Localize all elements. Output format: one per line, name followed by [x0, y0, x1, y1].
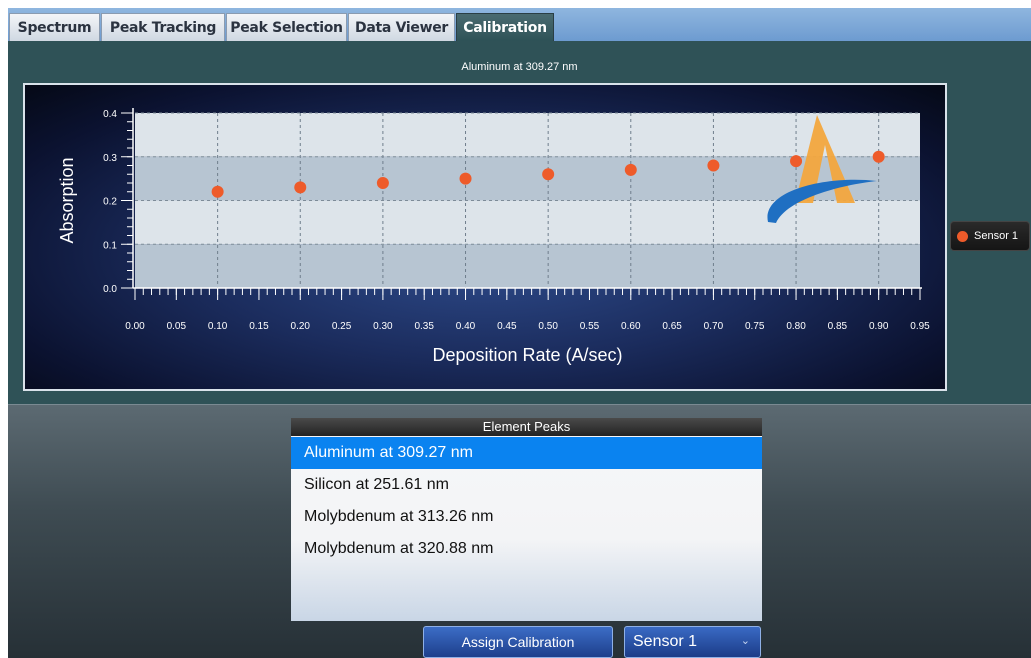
data-point — [459, 172, 472, 185]
x-tick-label: 0.00 — [125, 321, 145, 332]
data-point — [872, 150, 885, 163]
element-peaks-header: Element Peaks — [291, 418, 762, 436]
x-tick-label: 0.50 — [538, 321, 558, 332]
x-tick-label: 0.10 — [208, 321, 228, 332]
x-axis-title: Deposition Rate (A/sec) — [432, 345, 622, 365]
x-tick-label: 0.45 — [497, 321, 517, 332]
plot-band — [135, 200, 920, 245]
chevron-down-icon: ⌄ — [740, 635, 750, 647]
y-tick-label: 0.3 — [103, 153, 117, 164]
x-tick-label: 0.80 — [786, 321, 806, 332]
x-tick-label: 0.90 — [869, 321, 889, 332]
tab-peak-tracking[interactable]: Peak Tracking — [101, 13, 225, 41]
list-item[interactable]: Molybdenum at 313.26 nm — [291, 501, 762, 533]
app-window: Spectrum Peak Tracking Peak Selection Da… — [8, 8, 1031, 658]
sensor-select-value: Sensor 1 — [633, 633, 698, 650]
x-tick-label: 0.75 — [745, 321, 765, 332]
y-tick-label: 0.0 — [103, 284, 117, 295]
x-tick-label: 0.65 — [662, 321, 682, 332]
sensor-select[interactable]: Sensor 1 ⌄ — [624, 626, 761, 658]
plot-band — [135, 113, 920, 157]
data-point — [376, 177, 389, 189]
tab-data-viewer[interactable]: Data Viewer — [348, 13, 455, 41]
y-tick-label: 0.4 — [103, 109, 117, 120]
x-tick-label: 0.20 — [291, 321, 311, 332]
list-item[interactable]: Molybdenum at 320.88 nm — [291, 533, 762, 565]
x-tick-label: 0.85 — [828, 321, 848, 332]
list-item[interactable]: Silicon at 251.61 nm — [291, 469, 762, 501]
element-peaks-list: Element Peaks Aluminum at 309.27 nm Sili… — [291, 418, 762, 621]
legend-label: Sensor 1 — [974, 230, 1019, 242]
data-point — [707, 159, 720, 172]
peaks-list-body[interactable]: Aluminum at 309.27 nm Silicon at 251.61 … — [291, 437, 762, 565]
chart-title: Aluminum at 309.27 nm — [461, 61, 578, 73]
y-tick-label: 0.2 — [103, 197, 117, 208]
lower-panel: Element Peaks Aluminum at 309.27 nm Sili… — [8, 404, 1031, 658]
calibration-chart: 0.0 0.1 0.2 0.3 0.4 0.00 0.05 0.10 0.15 0.20 0.25 0… — [57, 108, 930, 365]
data-point — [624, 163, 637, 176]
chart-frame: 0.0 0.1 0.2 0.3 0.4 0.00 0.05 0.10 0.15 0.20 0.25 0… — [23, 83, 947, 391]
y-axis-title: Absorption — [57, 157, 77, 243]
y-tick-label: 0.1 — [103, 240, 117, 251]
data-point — [211, 185, 224, 198]
tab-bar: Spectrum Peak Tracking Peak Selection Da… — [8, 8, 1031, 42]
tab-spectrum[interactable]: Spectrum — [9, 13, 100, 41]
data-point — [294, 181, 307, 194]
x-tick-label: 0.60 — [621, 321, 641, 332]
data-point — [542, 168, 555, 181]
assign-calibration-button[interactable]: Assign Calibration — [423, 626, 613, 658]
legend-item-sensor-1[interactable]: Sensor 1 — [950, 221, 1030, 251]
chart-panel: Aluminum at 309.27 nm 0.0 0.1 0.2 0.3 0.4 0.0… — [8, 41, 1031, 404]
list-item[interactable]: Aluminum at 309.27 nm — [291, 437, 762, 469]
tab-peak-selection[interactable]: Peak Selection — [226, 13, 347, 41]
x-tick-label: 0.15 — [249, 321, 269, 332]
x-tick-label: 0.40 — [456, 321, 476, 332]
legend-marker — [957, 231, 968, 242]
x-tick-label: 0.70 — [704, 321, 724, 332]
plot-band — [135, 244, 920, 288]
x-tick-label: 0.25 — [332, 321, 352, 332]
x-tick-label: 0.55 — [580, 321, 600, 332]
x-tick-label: 0.95 — [910, 321, 930, 332]
data-point — [790, 155, 803, 168]
tab-calibration[interactable]: Calibration — [456, 13, 554, 41]
x-tick-label: 0.05 — [167, 321, 187, 332]
x-tick-label: 0.30 — [373, 321, 393, 332]
x-tick-label: 0.35 — [414, 321, 434, 332]
